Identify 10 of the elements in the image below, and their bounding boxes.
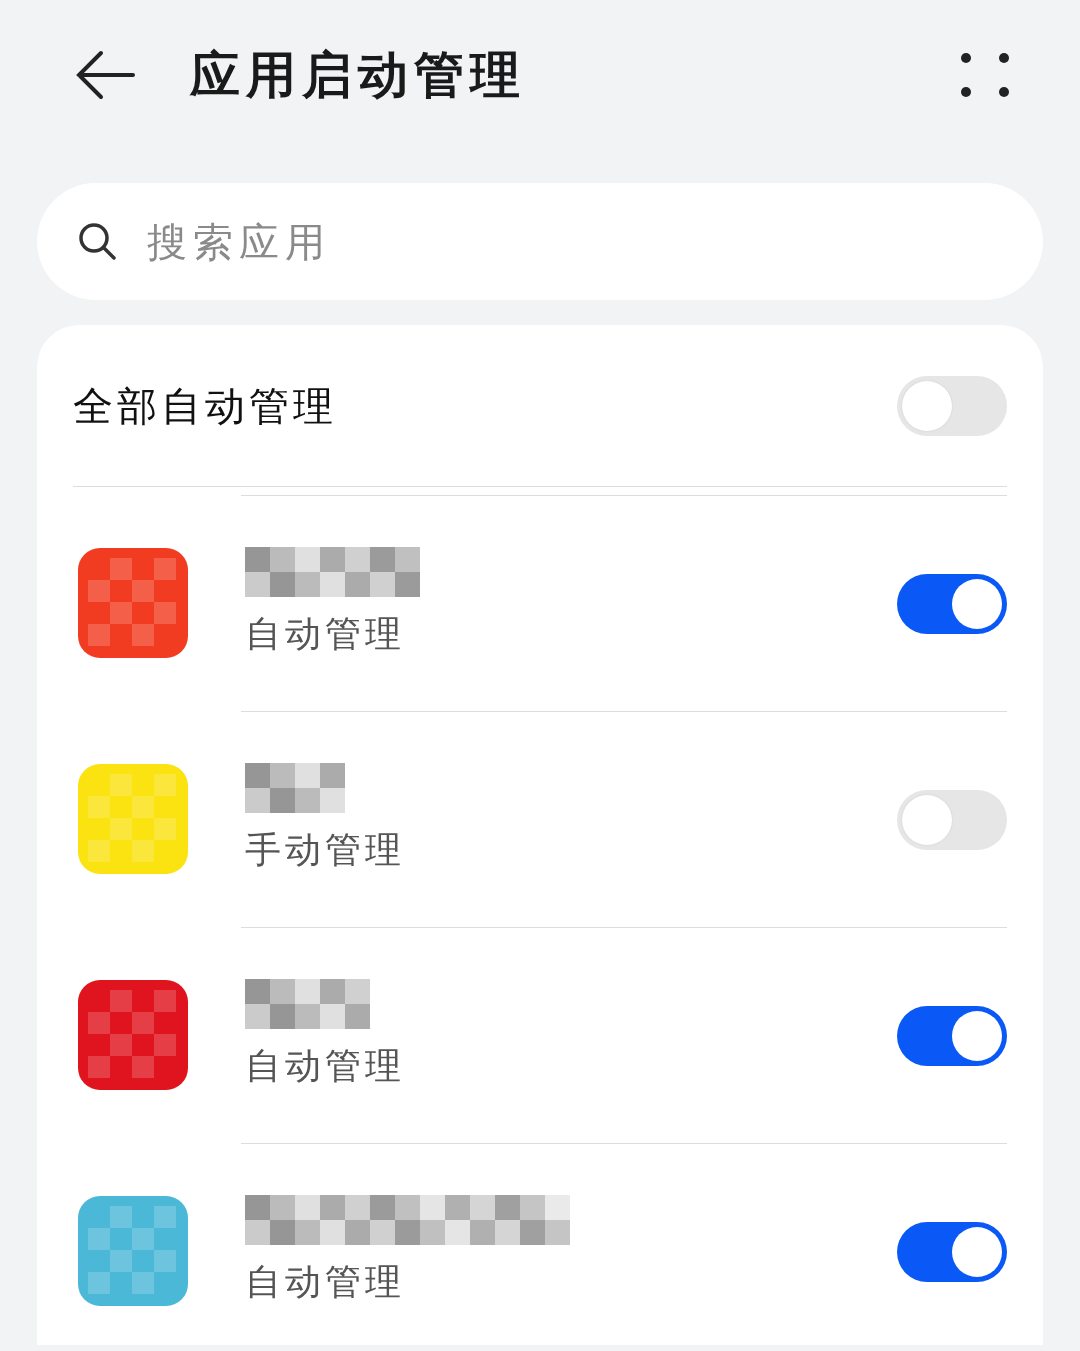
back-icon[interactable]	[75, 50, 135, 100]
status-label: 自动管理	[245, 1259, 406, 1304]
more-icon[interactable]	[960, 52, 1010, 98]
search-icon	[77, 221, 117, 261]
page-title: 应用启动管理	[190, 44, 526, 106]
status-label: 自动管理	[245, 611, 406, 656]
setting-label: 全部自动管理	[73, 381, 337, 431]
status-label: 手动管理	[245, 827, 405, 872]
search-field[interactable]: 搜索应用	[37, 183, 1043, 300]
status-label: 自动管理	[245, 1043, 405, 1088]
